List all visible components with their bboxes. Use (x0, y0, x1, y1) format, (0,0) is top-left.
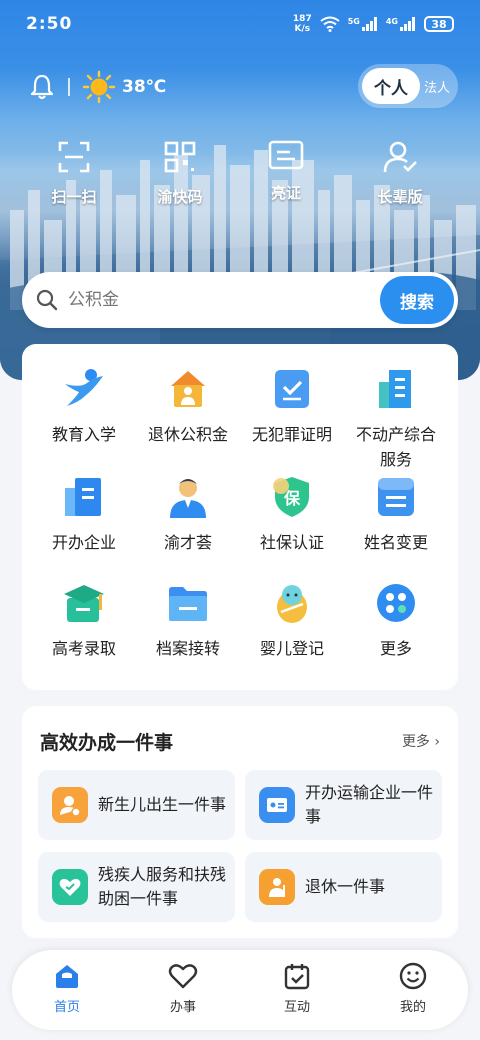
one-thing-title: 高效办成一件事 (40, 732, 174, 754)
baby-registration-icon (277, 585, 307, 623)
bottom-nav: 首页 办事 互动 我的 (12, 950, 468, 1030)
search-input[interactable] (68, 290, 348, 310)
network-speed: 187 K/s (292, 14, 312, 34)
svg-text:保: 保 (283, 489, 301, 508)
service-label: 无犯罪证明 (251, 425, 332, 444)
service-label: 教育入学 (51, 425, 116, 444)
nav-label: 办事 (169, 1000, 196, 1015)
elder-user-icon (383, 141, 417, 173)
quick-action-show-id[interactable]: 亮证 (236, 140, 336, 203)
service-baby-registration[interactable]: 婴儿登记 (240, 580, 344, 661)
name-change-icon (378, 478, 414, 516)
nav-label: 我的 (399, 1000, 426, 1015)
services-card: 教育入学 退休公积金 无犯罪证明 不动产综合服务 开办企业 渝才荟 保 社保认证… (22, 344, 458, 690)
service-label: 渝才荟 (163, 533, 212, 552)
service-name-change[interactable]: 姓名变更 (344, 474, 448, 555)
sunny-weather-icon (82, 70, 116, 104)
toggle-legal-entity[interactable]: 法人 (420, 77, 454, 96)
one-thing-card: 高效办成一件事 更多 › 新生儿出生一件事 开办运输企业一件事 残疾人服务和扶残… (22, 706, 458, 938)
service-more[interactable]: 更多 (344, 580, 448, 661)
heart-icon (168, 964, 198, 989)
service-label: 更多 (379, 639, 412, 658)
nav-label: 首页 (53, 1000, 80, 1015)
talent-icon (170, 479, 206, 518)
service-no-crime-certificate[interactable]: 无犯罪证明 (240, 366, 344, 447)
one-thing-transport[interactable]: 开办运输企业一件事 (245, 770, 442, 840)
temperature-text: 38℃ (122, 77, 167, 97)
account-mode-toggle[interactable]: 个人 法人 (358, 64, 458, 108)
nav-profile[interactable]: 我的 (378, 962, 448, 1015)
signal-bars-icon (400, 17, 415, 31)
qrcode-icon (164, 141, 196, 173)
service-label: 不动产综合服务 (355, 425, 436, 469)
status-time: 2:50 (26, 14, 73, 34)
no-crime-certificate-icon (275, 370, 309, 408)
bell-icon[interactable] (30, 74, 54, 100)
newborn-icon (52, 787, 88, 823)
one-thing-label: 新生儿出生一件事 (98, 795, 227, 814)
one-thing-retire[interactable]: 退休一件事 (245, 852, 442, 922)
service-open-business[interactable]: 开办企业 (32, 474, 136, 555)
service-real-estate[interactable]: 不动产综合服务 (344, 366, 448, 472)
status-bar: 2:50 187 K/s 5G 4G 38 (0, 0, 480, 48)
service-talent[interactable]: 渝才荟 (136, 474, 240, 555)
service-retirement-fund[interactable]: 退休公积金 (136, 366, 240, 447)
nav-services[interactable]: 办事 (148, 962, 218, 1015)
service-label: 开办企业 (51, 533, 116, 552)
more-apps-icon (377, 584, 415, 622)
quick-action-label: 渝快码 (157, 188, 203, 206)
signal-bars-icon (361, 17, 377, 31)
battery-icon: 38 (424, 16, 454, 32)
one-thing-newborn[interactable]: 新生儿出生一件事 (38, 770, 235, 840)
service-archive-transfer[interactable]: 档案接转 (136, 580, 240, 661)
social-security-icon: 保 (273, 477, 309, 517)
smile-icon (399, 962, 427, 990)
service-label: 婴儿登记 (259, 639, 324, 658)
exam-admission-icon (64, 585, 104, 622)
nav-home[interactable]: 首页 (32, 962, 102, 1015)
service-label: 姓名变更 (363, 533, 428, 552)
home-icon (56, 965, 78, 988)
toggle-personal[interactable]: 个人 (362, 68, 420, 104)
service-label: 社保认证 (259, 533, 324, 552)
chevron-right-icon: › (434, 734, 440, 750)
real-estate-icon (379, 370, 411, 408)
calendar-check-icon (284, 964, 310, 990)
quick-action-scan[interactable]: 扫一扫 (24, 140, 124, 207)
quick-action-label: 长辈版 (377, 188, 423, 206)
search-bar: 搜索 (22, 272, 458, 328)
id-card-icon (268, 140, 304, 170)
service-label: 档案接转 (155, 639, 220, 658)
header-divider (68, 78, 70, 96)
disability-care-icon (52, 869, 88, 905)
quick-action-label: 扫一扫 (51, 188, 97, 206)
nav-interaction[interactable]: 互动 (262, 962, 332, 1015)
quick-action-qrcode[interactable]: 渝快码 (130, 140, 230, 207)
one-thing-disability-care[interactable]: 残疾人服务和扶残助困一件事 (38, 852, 235, 922)
search-icon (36, 289, 58, 311)
archive-transfer-icon (169, 587, 207, 621)
transport-icon (259, 787, 295, 823)
one-thing-label: 退休一件事 (305, 877, 386, 896)
one-thing-label: 开办运输企业一件事 (305, 783, 434, 826)
retirement-fund-icon (171, 371, 205, 407)
scan-icon (58, 141, 90, 173)
open-business-icon (65, 478, 101, 516)
quick-action-label: 亮证 (270, 184, 301, 202)
retire-icon (259, 869, 295, 905)
nav-label: 互动 (283, 1000, 310, 1015)
one-thing-label: 残疾人服务和扶残助困一件事 (98, 865, 227, 908)
signal-5g: 5G (348, 17, 378, 31)
service-label: 退休公积金 (147, 425, 228, 444)
education-icon (65, 369, 103, 406)
service-social-security[interactable]: 保 社保认证 (240, 474, 344, 555)
service-exam-admission[interactable]: 高考录取 (32, 580, 136, 661)
signal-4g: 4G (386, 17, 416, 31)
wifi-icon (320, 16, 340, 32)
quick-action-elder-mode[interactable]: 长辈版 (350, 140, 450, 207)
one-thing-more-link[interactable]: 更多 › (402, 731, 440, 751)
search-button[interactable]: 搜索 (380, 276, 454, 324)
service-label: 高考录取 (51, 639, 116, 658)
service-education[interactable]: 教育入学 (32, 366, 136, 447)
